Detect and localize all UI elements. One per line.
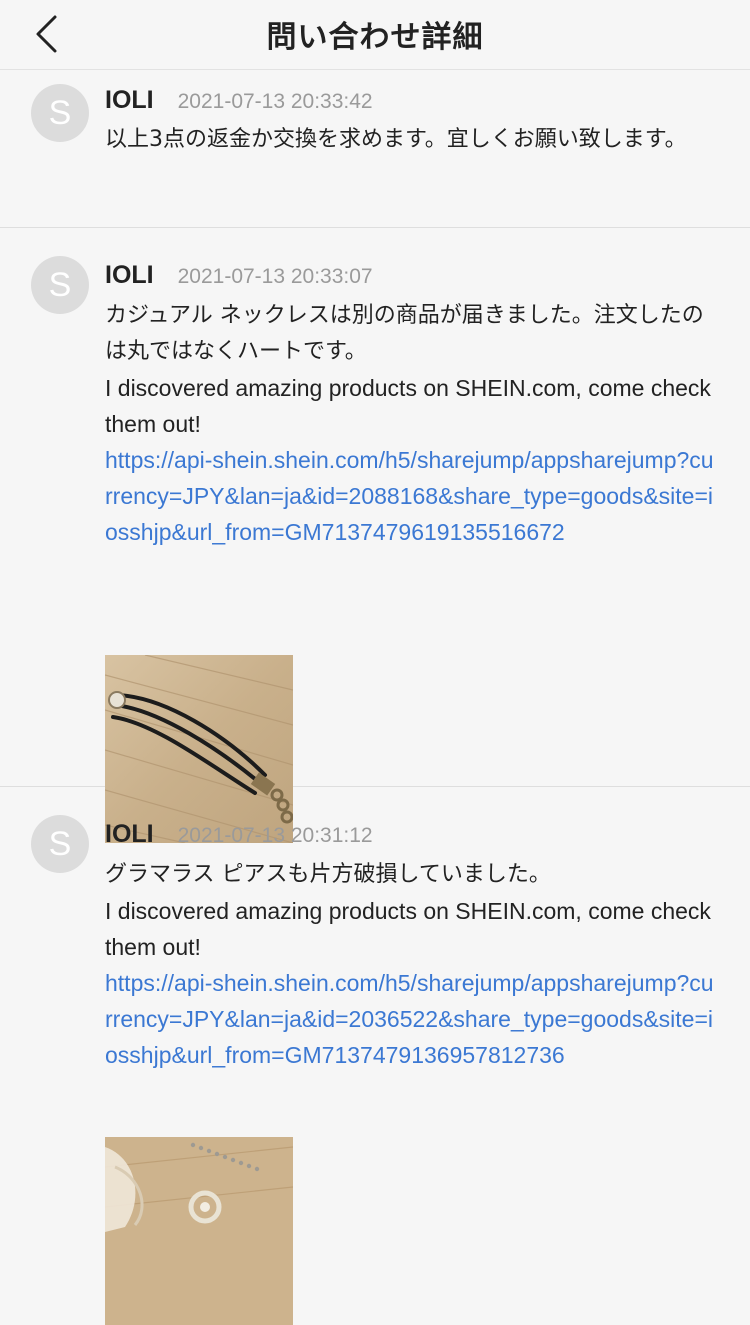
- message-timestamp: 2021-07-13 20:33:07: [177, 265, 373, 288]
- message-body: グラマラス ピアスも片方破損していました。 I discovered amazi…: [105, 857, 720, 1073]
- sender-name: IOLI: [105, 86, 154, 114]
- message-timestamp: 2021-07-13 20:33:42: [177, 90, 373, 113]
- product-link[interactable]: https://api-shein.shein.com/h5/sharejump…: [105, 965, 720, 1073]
- avatar: S: [31, 84, 89, 142]
- message-text: グラマラス ピアスも片方破損していました。: [105, 862, 551, 887]
- message-timestamp: 2021-07-13 20:31:12: [177, 824, 373, 847]
- message-text: カジュアル ネックレスは別の商品が届きました。注文したのは丸ではなくハートです。: [105, 303, 704, 364]
- attached-photo-earring[interactable]: [105, 1137, 293, 1325]
- product-link[interactable]: https://api-shein.shein.com/h5/sharejump…: [105, 442, 720, 550]
- message-text: 以上3点の返金か交換を求めます。宜しくお願い致します。: [105, 127, 687, 152]
- message-body: カジュアル ネックレスは別の商品が届きました。注文したのは丸ではなくハートです。…: [105, 298, 720, 550]
- sender-name: IOLI: [105, 820, 154, 848]
- sender-name: IOLI: [105, 261, 154, 289]
- page-title: 問い合わせ詳細: [266, 20, 484, 55]
- header-bar: 問い合わせ詳細: [0, 0, 750, 70]
- message-item: S IOLI 2021-07-13 20:33:42 以上3点の返金か交換を求め…: [0, 70, 750, 228]
- share-text: I discovered amazing products on SHEIN.c…: [105, 375, 711, 437]
- message-body: 以上3点の返金か交換を求めます。宜しくお願い致します。: [105, 122, 720, 158]
- avatar: S: [31, 815, 89, 873]
- share-text: I discovered amazing products on SHEIN.c…: [105, 898, 711, 960]
- message-meta: IOLI 2021-07-13 20:33:07: [105, 261, 373, 295]
- message-item: S IOLI 2021-07-13 20:33:07 カジュアル ネックレスは別…: [0, 228, 750, 843]
- message-list[interactable]: S IOLI 2021-07-13 20:33:42 以上3点の返金か交換を求め…: [0, 70, 750, 1325]
- avatar: S: [31, 256, 89, 314]
- message-meta: IOLI 2021-07-13 20:33:42: [105, 86, 373, 120]
- message-item: S IOLI 2021-07-13 20:31:12 グラマラス ピアスも片方破…: [0, 787, 750, 1325]
- message-meta: IOLI 2021-07-13 20:31:12: [105, 820, 373, 854]
